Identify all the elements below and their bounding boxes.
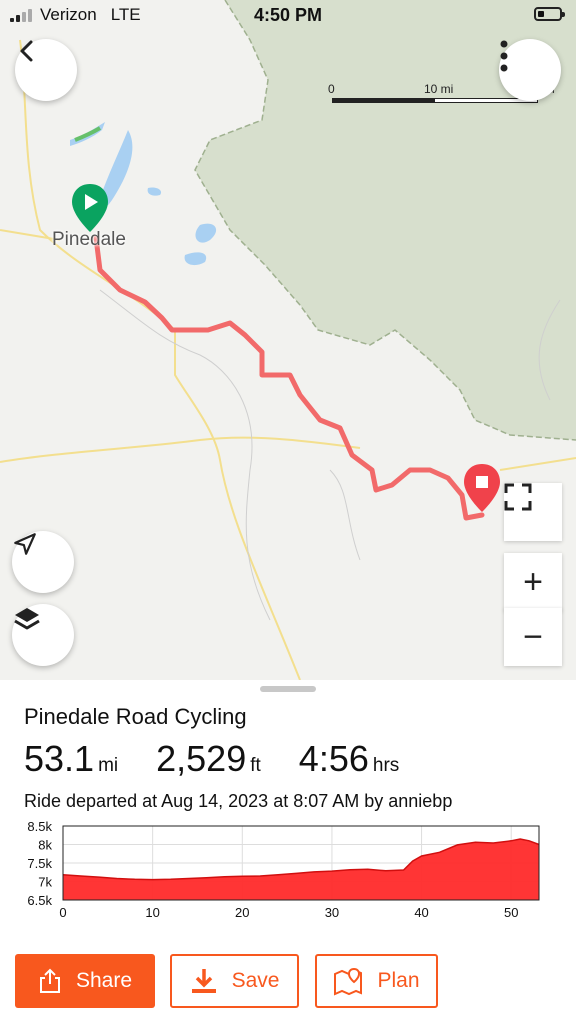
ride-title: Pinedale Road Cycling [24, 704, 247, 729]
fullscreen-icon [504, 483, 532, 511]
lake [147, 187, 162, 196]
stream [329, 469, 361, 561]
distance-stat: 53.1 mi [24, 738, 118, 780]
start-pin-icon [72, 184, 108, 232]
lake [184, 252, 207, 266]
ride-stats: 53.1 mi 2,529 ft 4:56 hrs [24, 738, 437, 780]
elevation-stat: 2,529 ft [156, 738, 261, 780]
ride-details-sheet: Pinedale Road Cycling 53.1 mi 2,529 ft 4:5… [0, 680, 576, 1024]
map-pin-icon [333, 966, 363, 996]
elevation-area [63, 839, 539, 900]
lake [195, 223, 217, 243]
back-button[interactable] [15, 39, 77, 101]
chart-x-tick-label: 40 [414, 905, 428, 918]
locate-button[interactable] [12, 531, 74, 593]
chart-y-tick-label: 8k [38, 838, 52, 853]
clock: 4:50 PM [253, 5, 323, 25]
save-button[interactable]: Save [170, 954, 299, 1008]
road [0, 229, 61, 241]
scale-mid-label: 10 mi [424, 82, 454, 96]
elevation-unit: ft [250, 755, 261, 776]
elevation-value: 2,529 [156, 738, 247, 779]
sheet-drag-handle[interactable] [260, 686, 316, 692]
menu-button[interactable] [499, 39, 561, 101]
share-button[interactable]: Share [15, 954, 155, 1008]
duration-stat: 4:56 hrs [299, 738, 399, 780]
scale-bar [332, 98, 538, 103]
save-label: Save [231, 969, 280, 992]
fullscreen-button[interactable] [504, 483, 562, 541]
chart-x-tick-label: 50 [504, 905, 518, 918]
distance-value: 53.1 [24, 738, 95, 779]
town-label: Pinedale [52, 229, 126, 250]
chart-y-tick-label: 7.5k [27, 856, 52, 871]
battery-icon [534, 7, 565, 21]
elevation-chart[interactable]: 8.5k 8k 7.5k 7k 6.5k 0 10 20 30 40 50 [0, 818, 576, 918]
duration-unit: hrs [372, 755, 400, 776]
duration-value: 4:56 [298, 738, 369, 779]
plan-button[interactable]: Plan [315, 954, 438, 1008]
road [0, 436, 361, 463]
plan-label: Plan [377, 969, 420, 992]
route-map[interactable]: Pinedale 0 10 mi mi + − [0, 0, 576, 680]
layers-icon [14, 608, 40, 630]
ride-departed-info: Ride departed at Aug 14, 2023 at 8:07 AM… [24, 791, 453, 811]
road [499, 457, 576, 471]
chart-x-tick-label: 20 [235, 905, 249, 918]
layers-button[interactable] [12, 604, 74, 666]
road [174, 330, 301, 680]
chart-y-tick-label: 7k [38, 875, 52, 890]
chart-x-tick-label: 30 [325, 905, 339, 918]
chart-x-tick-label: 0 [59, 905, 66, 918]
download-icon [190, 967, 218, 995]
chart-y-tick-label: 8.5k [27, 819, 52, 834]
stream [99, 289, 271, 621]
vertical-ellipsis-icon [500, 40, 508, 72]
distance-unit: mi [98, 755, 119, 776]
scale-start-label: 0 [328, 82, 335, 96]
share-icon [38, 968, 62, 994]
zoom-in-button[interactable]: + [504, 553, 562, 611]
chart-y-tick-label: 6.5k [27, 893, 52, 908]
share-label: Share [75, 969, 133, 992]
zoom-out-button[interactable]: − [504, 608, 562, 666]
chart-x-tick-label: 10 [145, 905, 159, 918]
status-bar: Verizon LTE 4:50 PM [0, 0, 576, 30]
end-pin-icon [464, 464, 500, 512]
chevron-left-icon [20, 40, 33, 62]
navigation-arrow-icon [14, 533, 36, 555]
